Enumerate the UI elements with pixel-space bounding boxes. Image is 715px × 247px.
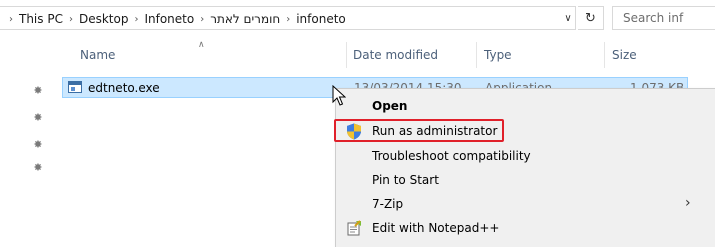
column-name[interactable]: Name	[80, 48, 115, 62]
column-divider[interactable]	[604, 42, 605, 68]
file-name: edtneto.exe	[88, 81, 160, 95]
pin-icon[interactable]: ✸	[32, 138, 44, 151]
chevron-right-icon[interactable]: ›	[69, 14, 73, 25]
sort-ascending-icon: ∧	[198, 40, 205, 50]
search-placeholder: Search inf	[623, 11, 684, 25]
search-input[interactable]: Search inf	[612, 6, 715, 30]
cursor-icon	[332, 85, 346, 106]
submenu-arrow-icon: ›	[685, 195, 691, 211]
breadcrumb-desktop[interactable]: Desktop	[78, 12, 130, 26]
refresh-icon: ↻	[585, 10, 596, 26]
breadcrumb-hebrew-folder[interactable]: חומרים לאתר	[209, 12, 281, 26]
column-size[interactable]: Size	[612, 48, 637, 62]
chevron-right-icon[interactable]: ›	[9, 14, 13, 25]
menu-item-label: Edit with Notepad++	[372, 221, 500, 235]
refresh-button[interactable]: ↻	[578, 6, 604, 30]
pin-icon[interactable]: ✸	[32, 84, 44, 97]
breadcrumb-this-pc[interactable]: This PC	[18, 12, 64, 26]
menu-item-open[interactable]: Open	[336, 95, 715, 118]
breadcrumb-infoneto[interactable]: Infoneto	[143, 12, 195, 26]
menu-item-troubleshoot-compatibility[interactable]: Troubleshoot compatibility	[336, 145, 715, 168]
chevron-down-icon[interactable]: ∨	[561, 11, 575, 25]
breadcrumb-infoneto-sub[interactable]: infoneto	[295, 12, 347, 26]
notepad-plus-plus-icon	[347, 220, 361, 236]
context-menu: Open Run as administrator Troubleshoot c…	[335, 88, 715, 247]
pin-icon[interactable]: ✸	[32, 111, 44, 124]
address-bar: › This PC › Desktop › Infoneto › חומרים …	[0, 0, 715, 34]
column-date-modified[interactable]: Date modified	[353, 48, 438, 62]
menu-item-label: 7-Zip	[372, 197, 404, 211]
column-divider[interactable]	[346, 42, 347, 68]
menu-item-label: Pin to Start	[372, 173, 439, 187]
column-header: ∧ Name Date modified Type Size	[0, 38, 715, 68]
chevron-right-icon[interactable]: ›	[200, 14, 204, 25]
highlight-annotation	[334, 119, 504, 142]
chevron-right-icon[interactable]: ›	[134, 14, 138, 25]
pin-icon[interactable]: ✸	[32, 161, 44, 174]
exe-file-icon	[68, 81, 82, 93]
breadcrumb: › This PC › Desktop › Infoneto › חומרים …	[4, 10, 347, 28]
column-divider[interactable]	[476, 42, 477, 68]
chevron-right-icon[interactable]: ›	[286, 14, 290, 25]
menu-item-7zip[interactable]: 7-Zip ›	[336, 193, 715, 216]
menu-item-label: Open	[372, 99, 408, 113]
menu-item-edit-with-notepad-plus-plus[interactable]: Edit with Notepad++	[336, 217, 715, 240]
menu-item-pin-to-start[interactable]: Pin to Start	[336, 169, 715, 192]
column-type[interactable]: Type	[484, 48, 512, 62]
menu-item-label: Troubleshoot compatibility	[372, 149, 531, 163]
